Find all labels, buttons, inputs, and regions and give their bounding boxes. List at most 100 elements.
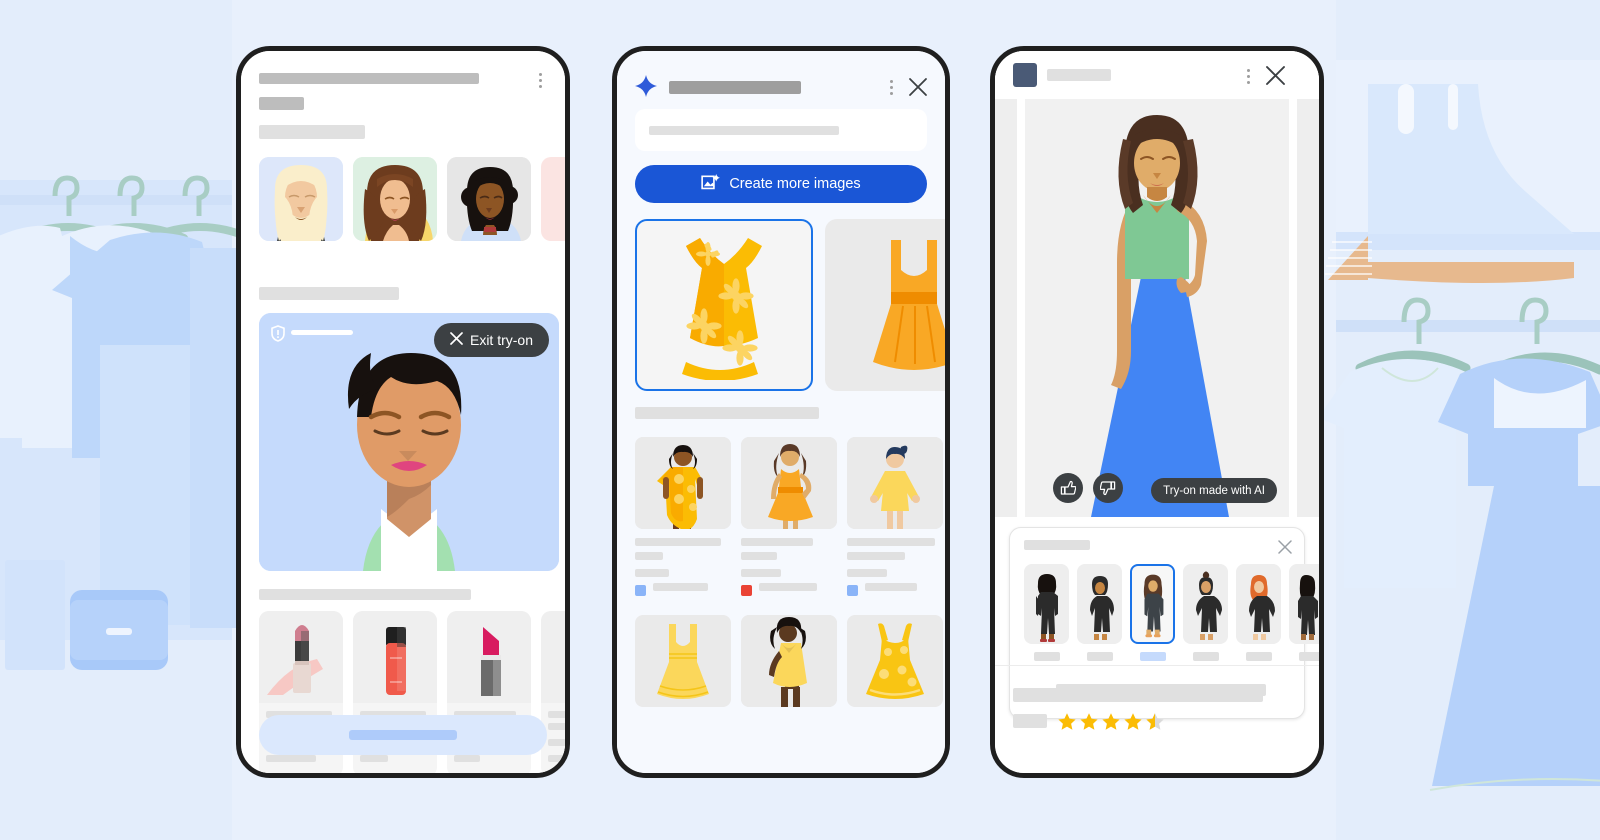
generated-dress-row[interactable]	[635, 219, 945, 391]
model-card-yellow-sweater-dress[interactable]	[847, 437, 943, 597]
color-swatch-row[interactable]	[847, 583, 943, 597]
model-thumb	[1183, 564, 1228, 644]
dress-wrap-floral-selected[interactable]	[635, 219, 813, 391]
reaction-buttons[interactable]	[1053, 473, 1123, 503]
results-section	[635, 407, 945, 707]
product-card-yellow-floral-dress[interactable]	[847, 615, 943, 707]
more-vert-icon[interactable]	[1247, 69, 1251, 87]
model-label-skeleton	[1086, 652, 1113, 661]
color-swatch[interactable]	[741, 584, 752, 596]
results-label-skeleton	[635, 407, 819, 419]
star-half-icon	[1145, 712, 1165, 737]
product-image	[447, 611, 531, 703]
primary-cta-button[interactable]	[259, 715, 547, 755]
more-vert-icon[interactable]	[539, 73, 543, 91]
close-icon[interactable]	[1265, 65, 1286, 91]
star-icon	[1079, 712, 1099, 737]
model-option-1[interactable]	[1024, 564, 1069, 661]
model-thumb	[1289, 564, 1319, 644]
brand-logo-icon	[1013, 63, 1037, 87]
model-option-6[interactable]	[1289, 564, 1319, 661]
model-label-skeleton	[1245, 652, 1272, 661]
color-swatch[interactable]	[847, 584, 858, 596]
product-name-skeleton	[1013, 688, 1263, 702]
product-image	[353, 611, 437, 703]
tryon-preview-stage[interactable]: Exit try-on	[259, 313, 559, 571]
model-label-skeleton-selected	[1139, 652, 1166, 661]
model-option-4[interactable]	[1183, 564, 1228, 661]
avatar-partial-card[interactable]	[541, 157, 565, 241]
try-on-result-image[interactable]: Try-on made with AI	[1025, 99, 1289, 517]
picker-title-skeleton	[1024, 540, 1090, 550]
model-option-3[interactable]	[1130, 564, 1175, 661]
cta-label-skeleton	[349, 730, 457, 740]
prompt-placeholder-skeleton	[649, 125, 839, 135]
model-thumb	[1024, 564, 1069, 644]
prompt-input[interactable]	[635, 109, 927, 151]
model-option-2[interactable]	[1077, 564, 1122, 661]
thumb-down-icon[interactable]	[1093, 473, 1123, 503]
section-label-skeleton	[259, 125, 365, 139]
products-label-skeleton	[259, 589, 471, 600]
color-swatch-row[interactable]	[635, 583, 731, 597]
close-icon[interactable]	[908, 77, 928, 102]
model-option-5[interactable]	[1236, 564, 1281, 661]
shield-privacy-icon	[271, 325, 285, 347]
model-label-skeleton	[1298, 652, 1319, 661]
color-swatch[interactable]	[635, 584, 646, 596]
ai-disclosure-label: Try-on made with AI	[1163, 484, 1265, 497]
product-summary-footer	[995, 665, 1319, 773]
try-on-image-carousel[interactable]: Try-on made with AI	[995, 99, 1319, 517]
avatar-brunette-woman[interactable]	[353, 157, 437, 241]
ai-disclosure-badge: Try-on made with AI	[1151, 478, 1277, 503]
app-header	[995, 51, 1319, 99]
star-icon	[1057, 712, 1077, 737]
product-image	[635, 615, 731, 707]
carousel-next-slide[interactable]	[1297, 99, 1319, 517]
product-image	[259, 611, 343, 703]
phone-product-tryon: Try-on made with AI	[990, 46, 1324, 778]
avatar-blonde-woman[interactable]	[259, 157, 343, 241]
model-label-skeleton	[1033, 652, 1060, 661]
ai-sparkle-icon	[635, 75, 657, 102]
product-card-yellow-tank-dress[interactable]	[635, 615, 731, 707]
star-icon	[1123, 712, 1143, 737]
add-image-icon	[701, 173, 721, 196]
model-thumb-selected	[1130, 564, 1175, 644]
model-thumb	[1077, 564, 1122, 644]
create-more-images-label: Create more images	[729, 176, 861, 192]
thumb-up-icon[interactable]	[1053, 473, 1083, 503]
model-image	[847, 437, 943, 529]
close-icon[interactable]	[1278, 540, 1292, 559]
star-icon	[1101, 712, 1121, 737]
product-image	[847, 615, 943, 707]
assistant-title-skeleton	[669, 81, 801, 94]
exit-tryon-label: Exit try-on	[469, 332, 533, 348]
model-card-floral-wrap-dress[interactable]	[635, 437, 731, 597]
color-swatch-row[interactable]	[741, 583, 837, 597]
phone-ai-generation: Create more images	[612, 46, 950, 778]
phone-beauty-tryon: Exit try-on	[236, 46, 570, 778]
dress-sleeveless-orange[interactable]	[825, 219, 945, 391]
create-more-images-button[interactable]: Create more images	[635, 165, 927, 203]
model-card-orange-skater-dress[interactable]	[741, 437, 837, 597]
model-thumb	[1236, 564, 1281, 644]
results-row-1[interactable]	[635, 437, 945, 597]
more-vert-icon[interactable]	[890, 80, 894, 98]
model-label-skeleton	[1192, 652, 1219, 661]
stage-label-skeleton	[259, 287, 399, 300]
stage-privacy-note-skeleton	[291, 330, 353, 335]
model-image	[635, 437, 731, 529]
model-meta	[847, 529, 943, 597]
exit-tryon-button[interactable]: Exit try-on	[433, 323, 549, 357]
product-partial-card[interactable]	[541, 611, 565, 773]
page-title-skeleton	[259, 73, 479, 84]
model-meta	[741, 529, 837, 597]
avatar-dark-skin-woman[interactable]	[447, 157, 531, 241]
model-options-strip[interactable]	[1024, 564, 1319, 661]
avatar-carousel[interactable]	[259, 157, 565, 241]
model-card-yellow-v-dress[interactable]	[741, 615, 837, 707]
star-rating[interactable]	[1057, 712, 1165, 737]
results-row-2[interactable]	[635, 615, 945, 707]
carousel-prev-slide[interactable]	[995, 99, 1017, 517]
